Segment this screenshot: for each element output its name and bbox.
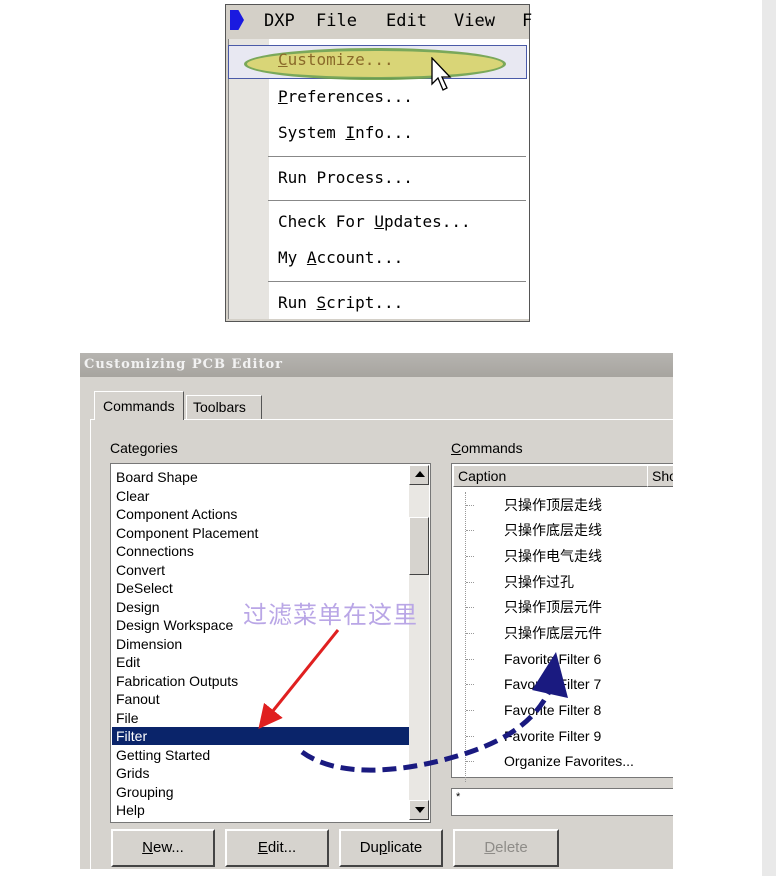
menu-item-run-process[interactable]: Run Process...: [278, 168, 413, 187]
menu-item-preferences[interactable]: Preferences...: [278, 87, 413, 106]
list-item[interactable]: Convert: [116, 561, 165, 579]
page-scrollbar[interactable]: [762, 0, 776, 876]
tree-tick: [466, 582, 474, 583]
menubar: DXP File Edit View F: [226, 5, 532, 37]
menu-item-customize[interactable]: Customize...: [278, 50, 394, 69]
duplicate-button[interactable]: Duplicate: [339, 829, 443, 867]
command-item[interactable]: Organize Favorites...: [504, 749, 634, 773]
categories-list[interactable]: Board Shape Clear Component Actions Comp…: [110, 463, 431, 823]
list-item[interactable]: Help: [116, 801, 145, 819]
command-item[interactable]: Favorite Filter 6: [504, 647, 601, 671]
tree-tick: [466, 659, 474, 660]
menu-separator: [268, 156, 526, 157]
commands-list[interactable]: Caption Sho 只操作顶层走线 只操作底层走线 只操作电气走线 只操作过…: [451, 463, 673, 782]
scroll-thumb[interactable]: [409, 517, 429, 575]
column-shortcut[interactable]: Sho: [647, 465, 673, 487]
mouse-cursor-icon: [431, 57, 452, 91]
column-caption[interactable]: Caption: [453, 465, 648, 487]
list-item[interactable]: Component Actions: [116, 505, 237, 523]
menu-view[interactable]: View: [454, 11, 495, 31]
commands-label: Commands: [451, 440, 523, 456]
list-item[interactable]: File: [116, 709, 139, 727]
annotation-text: 过滤菜单在这里: [243, 602, 418, 629]
categories-label: Categories: [110, 440, 178, 456]
list-item[interactable]: Connections: [116, 542, 194, 560]
dxp-logo-icon: [230, 10, 244, 30]
menu-icon-gutter: [229, 39, 269, 319]
list-item[interactable]: Grouping: [116, 783, 174, 801]
list-item[interactable]: Fanout: [116, 690, 160, 708]
menu-item-run-script[interactable]: Run Script...: [278, 293, 403, 312]
tree-tick: [466, 607, 474, 608]
menu-file[interactable]: File: [316, 11, 357, 31]
menu-dxp[interactable]: DXP: [264, 11, 295, 31]
command-item[interactable]: 只操作顶层走线: [504, 493, 602, 517]
list-item[interactable]: Design Workspace: [116, 616, 233, 634]
categories-scrollbar[interactable]: [409, 465, 429, 820]
command-item[interactable]: 只操作电气走线: [504, 544, 602, 568]
command-item[interactable]: Favorite Filter 7: [504, 672, 601, 696]
tree-tick: [466, 761, 474, 762]
arrow-up-icon: [415, 471, 425, 477]
dialog-titlebar[interactable]: Customizing PCB Editor: [80, 353, 673, 377]
list-item[interactable]: DeSelect: [116, 579, 173, 597]
list-item[interactable]: Grids: [116, 764, 149, 782]
command-item[interactable]: 只操作过孔: [504, 570, 574, 594]
command-filter-input[interactable]: *: [451, 788, 673, 816]
scroll-up-button[interactable]: [409, 465, 429, 485]
arrow-down-icon: [415, 807, 425, 813]
tree-tick: [466, 530, 474, 531]
list-item[interactable]: Clear: [116, 487, 149, 505]
command-item[interactable]: 只操作底层元件: [504, 621, 602, 645]
menu-item-system-info[interactable]: System Info...: [278, 123, 413, 142]
edit-button[interactable]: Edit...: [225, 829, 329, 867]
list-item[interactable]: Fabrication Outputs: [116, 672, 238, 690]
command-item[interactable]: 只操作顶层元件: [504, 595, 602, 619]
tree-tick: [466, 736, 474, 737]
list-item[interactable]: Board Shape: [116, 468, 198, 486]
tree-tick: [466, 684, 474, 685]
list-item[interactable]: Design: [116, 598, 160, 616]
menu-partial[interactable]: F: [522, 11, 532, 31]
scroll-down-button[interactable]: [409, 800, 429, 820]
menu-edit[interactable]: Edit: [386, 11, 427, 31]
tab-commands[interactable]: Commands: [94, 391, 184, 420]
dxp-menu-panel: DXP File Edit View F Customize... Prefer…: [225, 4, 532, 322]
tab-toolbars[interactable]: Toolbars: [186, 395, 262, 419]
list-item[interactable]: Dimension: [116, 635, 182, 653]
list-item[interactable]: Component Placement: [116, 524, 258, 542]
list-item[interactable]: Getting Started: [116, 746, 210, 764]
command-item[interactable]: 只操作底层走线: [504, 518, 602, 542]
new-button[interactable]: New...: [111, 829, 215, 867]
tree-tick: [466, 505, 474, 506]
dialog-title: Customizing PCB Editor: [84, 357, 283, 372]
menu-item-my-account[interactable]: My Account...: [278, 248, 403, 267]
menu-item-check-updates[interactable]: Check For Updates...: [278, 212, 471, 231]
command-item[interactable]: Favorite Filter 9: [504, 724, 601, 748]
tree-tick: [466, 633, 474, 634]
delete-button[interactable]: Delete: [453, 829, 559, 867]
tree-tick: [466, 710, 474, 711]
command-item[interactable]: Favorite Filter 8: [504, 698, 601, 722]
tree-line: [465, 492, 466, 782]
tree-tick: [466, 556, 474, 557]
list-item[interactable]: Edit: [116, 653, 140, 671]
list-item-selected[interactable]: Filter: [112, 727, 412, 745]
menu-separator: [268, 281, 526, 282]
menu-separator: [268, 200, 526, 201]
